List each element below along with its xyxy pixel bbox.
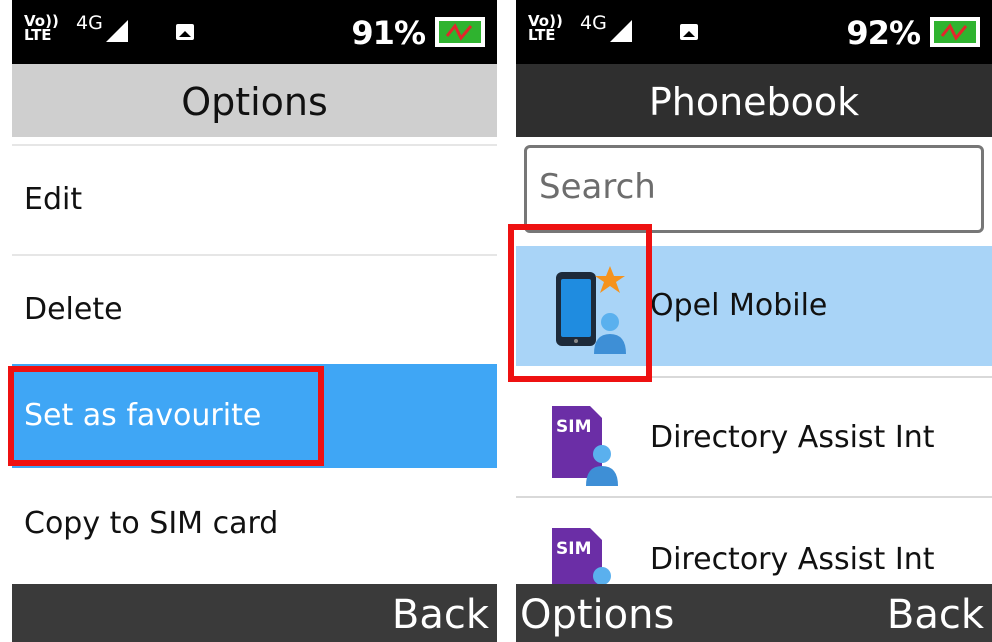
phone-contact-favourite-icon [556, 266, 626, 354]
search-input[interactable] [537, 166, 950, 208]
menu-item-edit[interactable]: Edit [12, 146, 497, 254]
list-divider [516, 496, 992, 498]
status-bar: Vo)) LTE 4G 92% [516, 0, 992, 64]
search-box[interactable] [524, 145, 984, 233]
contact-row-opel-mobile[interactable]: Opel Mobile [516, 246, 992, 366]
softkey-bar: Options Back [516, 584, 992, 642]
volte-indicator: Vo)) LTE [528, 12, 563, 44]
page-title: Options [12, 64, 497, 137]
battery-charging-icon [435, 17, 485, 47]
battery-percent: 92% [846, 14, 921, 52]
network-type-label: 4G [580, 12, 607, 34]
softkey-bar: Back [12, 584, 497, 642]
network-type-label: 4G [76, 12, 103, 34]
sim-label: SIM [556, 417, 592, 437]
page-title: Phonebook [516, 64, 992, 137]
signal-icon [610, 20, 632, 42]
menu-item-delete[interactable]: Delete [12, 256, 497, 364]
battery-percent: 91% [351, 14, 426, 52]
sim-contact-icon: SIM [552, 406, 618, 486]
menu-item-set-favourite[interactable]: Set as favourite [12, 364, 497, 468]
contact-row-directory-assist[interactable]: SIM Directory Assist Int [516, 378, 992, 498]
sim-label: SIM [556, 539, 592, 559]
contact-name: Opel Mobile [650, 288, 828, 323]
softkey-back[interactable]: Back [392, 584, 489, 642]
options-screen: Vo)) LTE 4G 91% Options Edit Delete Set … [12, 0, 497, 642]
status-bar: Vo)) LTE 4G 91% [12, 0, 497, 64]
contact-name: Directory Assist Int [650, 420, 935, 455]
signal-icon [106, 20, 128, 42]
phonebook-screen: Vo)) LTE 4G 92% Phonebook Opel Mobile [516, 0, 992, 642]
softkey-back[interactable]: Back [887, 584, 984, 642]
menu-item-copy-to-sim[interactable]: Copy to SIM card [12, 470, 497, 578]
volte-indicator: Vo)) LTE [24, 12, 59, 44]
softkey-options[interactable]: Options [520, 584, 674, 642]
battery-charging-icon [930, 17, 980, 47]
gallery-icon [176, 24, 194, 40]
gallery-icon [680, 24, 698, 40]
